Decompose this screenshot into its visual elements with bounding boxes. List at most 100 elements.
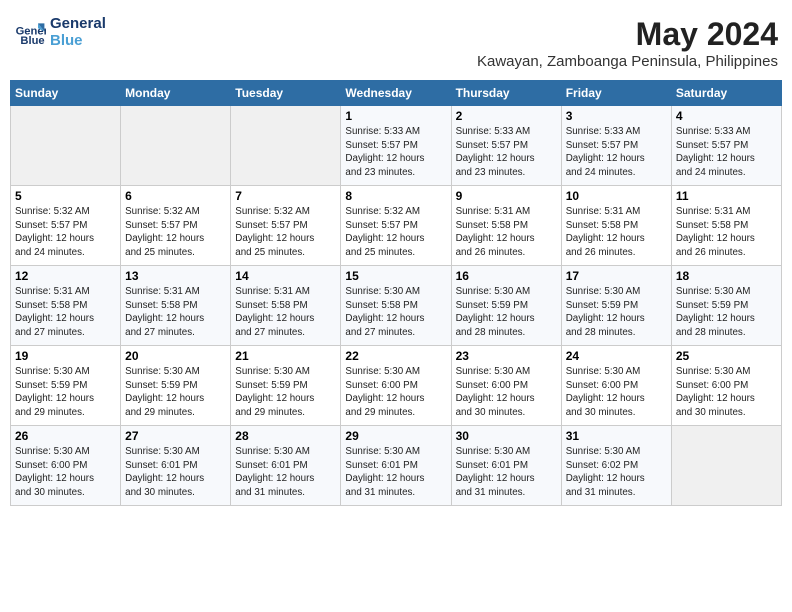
day-number: 12 [15,269,116,283]
calendar-cell: 16Sunrise: 5:30 AMSunset: 5:59 PMDayligh… [451,266,561,346]
day-number: 18 [676,269,777,283]
day-info: Sunrise: 5:30 AMSunset: 5:59 PMDaylight:… [15,365,116,420]
day-header-thursday: Thursday [451,81,561,106]
day-info: Sunrise: 5:30 AMSunset: 6:02 PMDaylight:… [566,445,667,500]
calendar-cell: 24Sunrise: 5:30 AMSunset: 6:00 PMDayligh… [561,346,671,426]
day-number: 7 [235,189,336,203]
calendar-cell: 10 Sunrise: 5:31 AMSunset: 5:58 PMDayligh… [561,186,671,266]
day-info: Sunrise: 5:31 AMSunset: 5:58 PMDaylight:… [566,205,667,260]
day-info: Sunrise: 5:30 AMSunset: 6:01 PMDaylight:… [456,445,557,500]
location: Kawayan, Zamboanga Peninsula, Philippine… [477,53,778,70]
calendar-cell: 30Sunrise: 5:30 AMSunset: 6:01 PMDayligh… [451,426,561,506]
day-info: Sunrise: 5:30 AMSunset: 6:00 PMDaylight:… [566,365,667,420]
svg-text:Blue: Blue [20,35,44,47]
day-info: Sunrise: 5:32 AMSunset: 5:57 PMDaylight:… [345,205,446,260]
day-header-monday: Monday [121,81,231,106]
day-number: 1 [345,109,446,123]
day-info: Sunrise: 5:30 AMSunset: 6:00 PMDaylight:… [456,365,557,420]
calendar-cell: 19 Sunrise: 5:30 AMSunset: 5:59 PMDayligh… [11,346,121,426]
day-info: Sunrise: 5:30 AMSunset: 5:59 PMDaylight:… [566,285,667,340]
calendar-cell: 21 Sunrise: 5:30 AMSunset: 5:59 PMDayligh… [231,346,341,426]
calendar-cell: 15 Sunrise: 5:30 AMSunset: 5:58 PMDayligh… [341,266,451,346]
day-info: Sunrise: 5:32 AMSunset: 5:57 PMDaylight:… [15,205,116,260]
day-info: Sunrise: 5:30 AMSunset: 6:01 PMDaylight:… [345,445,446,500]
calendar-cell [671,426,781,506]
calendar-week-2: 5 Sunrise: 5:32 AMSunset: 5:57 PMDaylight… [11,186,782,266]
day-header-sunday: Sunday [11,81,121,106]
calendar-cell: 28 Sunrise: 5:30 AMSunset: 6:01 PMDayligh… [231,426,341,506]
day-info: Sunrise: 5:30 AMSunset: 6:00 PMDaylight:… [676,365,777,420]
day-info: Sunrise: 5:30 AMSunset: 5:58 PMDaylight:… [345,285,446,340]
calendar-cell: 8 Sunrise: 5:32 AMSunset: 5:57 PMDaylight… [341,186,451,266]
calendar-cell: 12 Sunrise: 5:31 AMSunset: 5:58 PMDayligh… [11,266,121,346]
calendar-cell: 13Sunrise: 5:31 AMSunset: 5:58 PMDayligh… [121,266,231,346]
day-number: 5 [15,189,116,203]
day-info: Sunrise: 5:30 AMSunset: 5:59 PMDaylight:… [235,365,336,420]
calendar-cell: 27Sunrise: 5:30 AMSunset: 6:01 PMDayligh… [121,426,231,506]
calendar-cell: 14 Sunrise: 5:31 AMSunset: 5:58 PMDayligh… [231,266,341,346]
day-number: 31 [566,429,667,443]
day-info: Sunrise: 5:32 AMSunset: 5:57 PMDaylight:… [235,205,336,260]
day-info: Sunrise: 5:31 AMSunset: 5:58 PMDaylight:… [456,205,557,260]
calendar-cell: 20Sunrise: 5:30 AMSunset: 5:59 PMDayligh… [121,346,231,426]
calendar-week-4: 19 Sunrise: 5:30 AMSunset: 5:59 PMDayligh… [11,346,782,426]
calendar-cell: 23 Sunrise: 5:30 AMSunset: 6:00 PMDayligh… [451,346,561,426]
calendar-cell: 4 Sunrise: 5:33 AMSunset: 5:57 PMDaylight… [671,106,781,186]
day-number: 2 [456,109,557,123]
calendar-cell: 22 Sunrise: 5:30 AMSunset: 6:00 PMDayligh… [341,346,451,426]
calendar-week-1: 1 Sunrise: 5:33 AMSunset: 5:57 PMDaylight… [11,106,782,186]
day-number: 27 [125,429,226,443]
day-info: Sunrise: 5:33 AMSunset: 5:57 PMDaylight:… [456,125,557,180]
day-number: 22 [345,349,446,363]
day-info: Sunrise: 5:31 AMSunset: 5:58 PMDaylight:… [235,285,336,340]
month-year: May 2024 [477,16,778,53]
day-number: 10 [566,189,667,203]
calendar-cell: 17 Sunrise: 5:30 AMSunset: 5:59 PMDayligh… [561,266,671,346]
calendar-header-row: SundayMondayTuesdayWednesdayThursdayFrid… [11,81,782,106]
day-info: Sunrise: 5:30 AMSunset: 5:59 PMDaylight:… [456,285,557,340]
day-number: 13 [125,269,226,283]
day-number: 14 [235,269,336,283]
page-header: General Blue General Blue May 2024 Kaway… [10,10,782,76]
day-number: 19 [15,349,116,363]
calendar-cell [121,106,231,186]
day-info: Sunrise: 5:30 AMSunset: 6:00 PMDaylight:… [345,365,446,420]
calendar-table: SundayMondayTuesdayWednesdayThursdayFrid… [10,80,782,506]
day-info: Sunrise: 5:30 AMSunset: 6:01 PMDaylight:… [235,445,336,500]
day-info: Sunrise: 5:30 AMSunset: 5:59 PMDaylight:… [676,285,777,340]
day-number: 3 [566,109,667,123]
day-number: 17 [566,269,667,283]
day-number: 23 [456,349,557,363]
calendar-cell: 3 Sunrise: 5:33 AMSunset: 5:57 PMDaylight… [561,106,671,186]
calendar-body: 1 Sunrise: 5:33 AMSunset: 5:57 PMDaylight… [11,106,782,506]
day-number: 28 [235,429,336,443]
calendar-week-3: 12 Sunrise: 5:31 AMSunset: 5:58 PMDayligh… [11,266,782,346]
day-info: Sunrise: 5:31 AMSunset: 5:58 PMDaylight:… [15,285,116,340]
calendar-cell: 31 Sunrise: 5:30 AMSunset: 6:02 PMDayligh… [561,426,671,506]
day-number: 11 [676,189,777,203]
calendar-cell: 5 Sunrise: 5:32 AMSunset: 5:57 PMDaylight… [11,186,121,266]
day-header-friday: Friday [561,81,671,106]
calendar-cell: 29 Sunrise: 5:30 AMSunset: 6:01 PMDayligh… [341,426,451,506]
day-number: 4 [676,109,777,123]
calendar-cell: 2 Sunrise: 5:33 AMSunset: 5:57 PMDaylight… [451,106,561,186]
calendar-cell: 11Sunrise: 5:31 AMSunset: 5:58 PMDayligh… [671,186,781,266]
calendar-cell: 18 Sunrise: 5:30 AMSunset: 5:59 PMDayligh… [671,266,781,346]
logo-line1: General [50,16,106,33]
calendar-cell: 25Sunrise: 5:30 AMSunset: 6:00 PMDayligh… [671,346,781,426]
logo-line2: Blue [50,33,106,50]
day-info: Sunrise: 5:33 AMSunset: 5:57 PMDaylight:… [676,125,777,180]
day-info: Sunrise: 5:30 AMSunset: 6:00 PMDaylight:… [15,445,116,500]
calendar-cell: 9 Sunrise: 5:31 AMSunset: 5:58 PMDaylight… [451,186,561,266]
day-info: Sunrise: 5:33 AMSunset: 5:57 PMDaylight:… [566,125,667,180]
day-number: 8 [345,189,446,203]
day-number: 9 [456,189,557,203]
day-info: Sunrise: 5:30 AMSunset: 5:59 PMDaylight:… [125,365,226,420]
day-number: 15 [345,269,446,283]
calendar-cell: 6Sunrise: 5:32 AMSunset: 5:57 PMDaylight… [121,186,231,266]
calendar-cell: 26 Sunrise: 5:30 AMSunset: 6:00 PMDayligh… [11,426,121,506]
day-number: 26 [15,429,116,443]
day-number: 29 [345,429,446,443]
day-number: 21 [235,349,336,363]
calendar-cell: 7 Sunrise: 5:32 AMSunset: 5:57 PMDaylight… [231,186,341,266]
